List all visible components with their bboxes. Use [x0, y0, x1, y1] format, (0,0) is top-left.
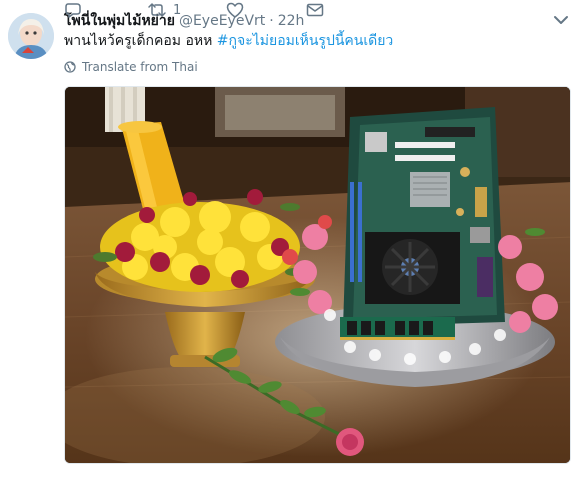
user-handle[interactable]: @EyeEyeVrt	[179, 13, 265, 29]
globe-icon	[64, 61, 76, 73]
tweet-text: พานไหว้ครูเด็กคอม อหห #กูจะไม่ยอมเห็นรูป…	[64, 32, 393, 50]
separator-dot: ·	[269, 13, 274, 29]
reply-button[interactable]	[64, 0, 82, 20]
chevron-down-icon[interactable]	[553, 12, 569, 26]
retweet-icon	[148, 3, 166, 17]
tweet: โพนี่ในพุ่มไม้หย่าย @EyeEyeVrt · 22h พาน…	[0, 0, 581, 499]
reply-icon	[65, 3, 81, 18]
retweet-button[interactable]: 1	[147, 0, 181, 20]
tweet-text-body: พานไหว้ครูเด็กคอม อหห	[64, 33, 217, 49]
heart-icon	[226, 2, 244, 18]
retweet-count: 1	[173, 2, 182, 18]
direct-message-button[interactable]	[306, 0, 324, 20]
tweet-header: โพนี่ในพุ่มไม้หย่าย @EyeEyeVrt · 22h	[64, 10, 304, 30]
like-button[interactable]	[226, 0, 244, 20]
translate-label: Translate from Thai	[82, 60, 198, 74]
timestamp[interactable]: 22h	[278, 13, 305, 29]
tweet-photo[interactable]	[64, 86, 571, 464]
hashtag-link[interactable]: #กูจะไม่ยอมเห็นรูปนี้คนเดียว	[217, 33, 393, 49]
avatar[interactable]	[8, 13, 54, 59]
translate-button[interactable]: Translate from Thai	[64, 58, 198, 76]
envelope-icon	[306, 3, 324, 17]
